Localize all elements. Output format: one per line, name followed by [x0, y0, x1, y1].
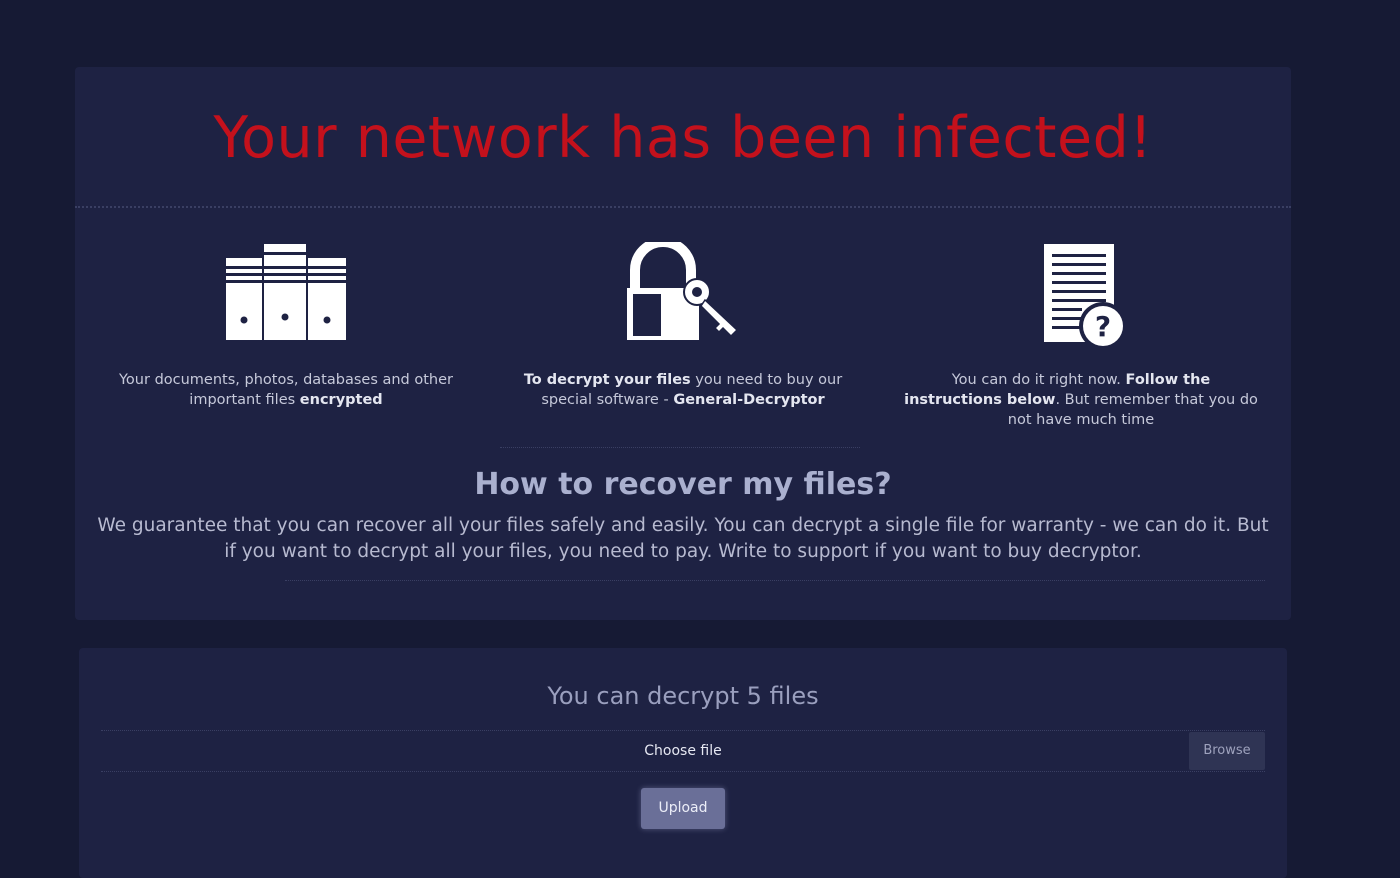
section-divider: [500, 447, 860, 448]
document-question-icon: ?: [1044, 244, 1127, 350]
feature-text-encrypted: Your documents, photos, databases and ot…: [119, 372, 453, 408]
footer-divider: [285, 580, 1265, 581]
feature-decrypt-software: To decrypt your files you need to buy ou…: [503, 242, 863, 410]
infection-notice-card: Your network has been infected! Your doc…: [75, 67, 1291, 620]
feature-text-instructions: You can do it right now. Follow the inst…: [904, 372, 1258, 428]
decrypt-form-card: You can decrypt 5 files Choose file Brow…: [79, 648, 1287, 878]
recover-description: We guarantee that you can recover all yo…: [97, 515, 1269, 562]
feature-encrypted-files: Your documents, photos, databases and ot…: [106, 242, 466, 410]
recover-title: How to recover my files?: [474, 467, 892, 502]
browse-button[interactable]: Browse: [1189, 732, 1265, 770]
page-title: Your network has been infected!: [213, 105, 1153, 171]
padlock-key-icon: [627, 242, 739, 340]
header-divider: [75, 206, 1291, 208]
svg-text:?: ?: [1095, 310, 1111, 343]
server-icon: [226, 244, 346, 340]
file-input[interactable]: Choose file Browse: [101, 730, 1265, 772]
decrypt-title: You can decrypt 5 files: [547, 682, 819, 710]
file-input-label[interactable]: Choose file: [101, 731, 1265, 771]
feature-instructions: ? You can do it right now. Follow the in…: [901, 242, 1261, 430]
feature-text-decrypt: To decrypt your files you need to buy ou…: [523, 372, 843, 408]
upload-button[interactable]: Upload: [641, 788, 725, 829]
